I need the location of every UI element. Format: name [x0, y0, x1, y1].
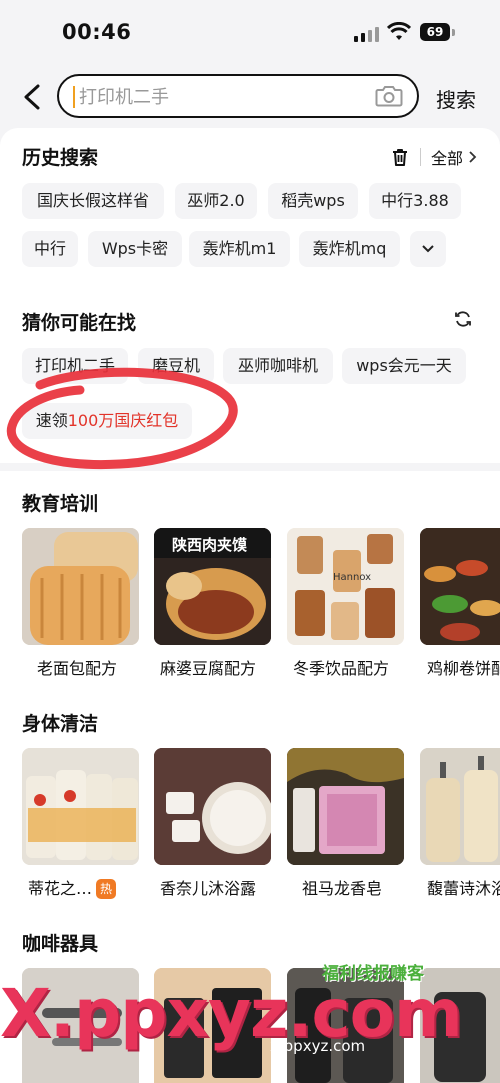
- trash-icon[interactable]: [390, 147, 410, 167]
- wifi-icon: [387, 22, 411, 40]
- guess-title: 猜你可能在找: [22, 312, 137, 334]
- history-chip[interactable]: 中行: [22, 231, 78, 267]
- search-box[interactable]: [57, 74, 419, 118]
- camera-icon[interactable]: [375, 84, 403, 108]
- history-chip[interactable]: 国庆长假这样省: [22, 183, 164, 219]
- coffee-kit-image: [154, 968, 271, 1083]
- product-thumbnail[interactable]: [420, 968, 500, 1083]
- perfume-soap-image: [287, 748, 404, 865]
- bread-image: [22, 528, 139, 645]
- chevron-down-icon: [422, 245, 434, 253]
- product-thumbnail[interactable]: [287, 748, 404, 865]
- promo-chip[interactable]: 速领100万国庆红包: [22, 403, 192, 439]
- expand-history-button[interactable]: [410, 231, 446, 267]
- chevron-right-icon[interactable]: [466, 150, 478, 164]
- history-all-link[interactable]: 全部: [431, 145, 463, 169]
- product-label[interactable]: 蒂花之… 热: [28, 875, 117, 899]
- history-chip[interactable]: 中行3.88: [369, 183, 461, 219]
- product-label[interactable]: 香奈儿沐浴露: [160, 875, 256, 899]
- status-time: 00:46: [62, 20, 132, 44]
- thumbnail-text: 陕西肉夹馍: [172, 536, 248, 554]
- history-chip[interactable]: 稻壳wps: [268, 183, 358, 219]
- kettle-image: [420, 968, 500, 1083]
- history-chip[interactable]: 巫师2.0: [175, 183, 257, 219]
- guess-chip[interactable]: 打印机二手: [22, 348, 128, 384]
- product-label[interactable]: 馥蕾诗沐浴: [427, 875, 500, 899]
- category-title: 身体清洁: [22, 713, 99, 735]
- search-header: 搜索: [0, 64, 500, 130]
- wrap-image: [420, 528, 500, 645]
- product-label[interactable]: 鸡柳卷饼配: [427, 655, 500, 679]
- coffee-tool-image: [22, 968, 139, 1083]
- history-chip[interactable]: Wps卡密: [88, 231, 182, 267]
- fresh-bottles-image: [420, 748, 500, 865]
- category-title: 咖啡器具: [22, 933, 99, 955]
- divider: [420, 148, 421, 166]
- soap-box-image: [154, 748, 271, 865]
- product-thumbnail[interactable]: [154, 748, 271, 865]
- product-thumbnail[interactable]: [22, 748, 139, 865]
- promo-prefix: 速领: [35, 411, 68, 430]
- text-caret: [73, 86, 75, 108]
- bottles-image: [22, 748, 139, 865]
- hot-badge: 热: [96, 879, 117, 899]
- grinder-image: [287, 968, 404, 1083]
- product-thumbnail[interactable]: [420, 528, 500, 645]
- search-button[interactable]: 搜索: [436, 84, 476, 113]
- history-chip[interactable]: 轰炸机mq: [299, 231, 400, 267]
- product-thumbnail[interactable]: [22, 968, 139, 1083]
- product-thumbnail[interactable]: [420, 748, 500, 865]
- guess-chip[interactable]: 磨豆机: [138, 348, 214, 384]
- history-title: 历史搜索: [22, 147, 99, 169]
- product-thumbnail[interactable]: [154, 968, 271, 1083]
- battery-icon: 69: [420, 23, 450, 41]
- product-thumbnail[interactable]: [287, 968, 404, 1083]
- guess-chip[interactable]: 巫师咖啡机: [223, 348, 333, 384]
- product-thumbnail[interactable]: 陕西肉夹馍: [154, 528, 271, 645]
- drinks-image: [287, 528, 404, 645]
- battery-tip: [452, 29, 455, 36]
- guess-chip[interactable]: wps会元一天: [342, 348, 466, 384]
- category-title: 教育培训: [22, 493, 99, 515]
- thumbnail-text: Hannox: [333, 572, 372, 583]
- product-thumbnail[interactable]: [22, 528, 139, 645]
- back-arrow-icon[interactable]: [18, 82, 48, 112]
- signal-icon: [354, 26, 379, 42]
- history-actions: 全部: [390, 145, 478, 169]
- refresh-icon[interactable]: [454, 310, 472, 328]
- product-thumbnail[interactable]: Hannox: [287, 528, 404, 645]
- product-label[interactable]: 老面包配方: [37, 655, 117, 679]
- product-label[interactable]: 祖马龙香皂: [302, 875, 382, 899]
- product-label-text: 蒂花之…: [28, 879, 93, 898]
- search-input[interactable]: [77, 80, 361, 114]
- promo-highlight: 100万国庆红包: [67, 411, 179, 430]
- product-label[interactable]: 麻婆豆腐配方: [160, 655, 256, 679]
- product-label[interactable]: 冬季饮品配方: [293, 655, 389, 679]
- history-chip[interactable]: 轰炸机m1: [189, 231, 290, 267]
- status-bar: 00:46 69: [0, 0, 500, 64]
